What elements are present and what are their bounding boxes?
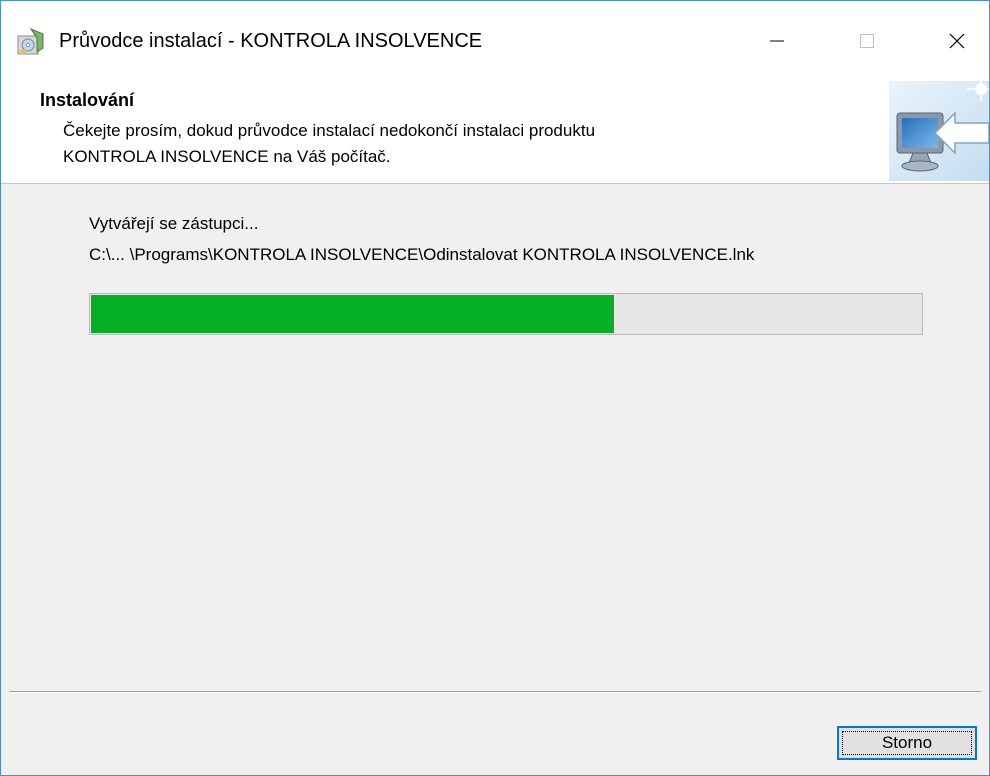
minimize-button[interactable] (749, 21, 805, 61)
installer-disk-icon (15, 26, 47, 58)
description-line-2: KONTROLA INSOLVENCE na Váš počítač. (63, 147, 391, 166)
cancel-button-label: Storno (881, 733, 933, 752)
status-file-path: C:\... \Programs\KONTROLA INSOLVENCE\Odi… (89, 245, 755, 264)
description-line-1: Čekejte prosím, dokud průvodce instalací… (63, 121, 596, 140)
cancel-button[interactable]: Storno (837, 726, 977, 760)
close-icon (949, 33, 965, 49)
install-progress-bar (89, 293, 923, 335)
title-bar[interactable]: Průvodce instalací - KONTROLA INSOLVENCE (1, 1, 989, 81)
progress-fill (91, 295, 614, 333)
minimize-icon (770, 40, 784, 42)
window-title: Průvodce instalací - KONTROLA INSOLVENCE (59, 30, 483, 52)
page-description: Čekejte prosím, dokud průvodce instalací… (63, 118, 863, 170)
status-action-text: Vytvářejí se zástupci... (89, 214, 259, 233)
wizard-content: Vytvářejí se zástupci... C:\... \Program… (1, 184, 989, 691)
maximize-button[interactable] (839, 21, 895, 61)
close-button[interactable] (929, 21, 985, 61)
maximize-icon (860, 34, 874, 48)
wizard-header: Instalování Čekejte prosím, dokud průvod… (1, 81, 989, 184)
computer-install-arrow-icon (889, 81, 989, 181)
installer-window: Průvodce instalací - KONTROLA INSOLVENCE… (0, 0, 990, 776)
wizard-footer: Storno (1, 693, 989, 775)
page-title: Instalování (40, 90, 135, 110)
